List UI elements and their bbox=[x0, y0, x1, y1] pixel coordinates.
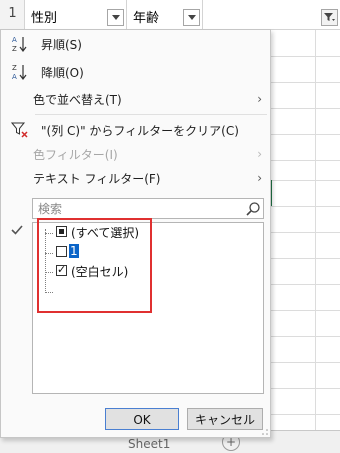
row-gridline bbox=[270, 56, 340, 57]
menu-item-sort-by-color[interactable]: 色で並べ替え(T) › bbox=[1, 87, 270, 111]
chevron-down-icon bbox=[187, 15, 196, 20]
search-input[interactable] bbox=[36, 200, 241, 217]
cancel-button[interactable]: キャンセル bbox=[187, 408, 263, 430]
submenu-arrow-icon: › bbox=[257, 147, 262, 161]
svg-text:Z: Z bbox=[12, 64, 17, 72]
header-cell-c[interactable] bbox=[203, 0, 340, 30]
menu-item-label: "(列 C)" からフィルターをクリア(C) bbox=[41, 123, 239, 138]
clear-filter-icon bbox=[11, 121, 29, 139]
menu-item-text-filter[interactable]: テキスト フィルター(F) › bbox=[1, 166, 270, 190]
svg-text:A: A bbox=[12, 36, 17, 44]
header-cell-gender[interactable]: 性別 bbox=[25, 0, 127, 30]
row-gridline bbox=[270, 258, 340, 259]
column-gridline bbox=[315, 30, 316, 430]
row-gridline bbox=[270, 284, 340, 285]
submenu-arrow-icon: › bbox=[257, 171, 262, 185]
menu-item-clear-filter[interactable]: "(列 C)" からフィルターをクリア(C) bbox=[1, 118, 270, 142]
row-gridline bbox=[270, 362, 340, 363]
header-text: 性別 bbox=[31, 11, 58, 26]
sort-ascending-icon: A Z bbox=[11, 35, 29, 53]
row-gridline bbox=[270, 180, 340, 181]
header-row: 性別 年齢 bbox=[25, 0, 340, 30]
svg-text:A: A bbox=[12, 73, 17, 81]
filter-dropdown-button[interactable] bbox=[107, 9, 124, 26]
sheet-tab-sheet1[interactable]: Sheet1 bbox=[128, 437, 170, 451]
menu-item-sort-ascending[interactable]: A Z 昇順(S) bbox=[1, 32, 270, 56]
checkmark-icon bbox=[7, 221, 27, 239]
row-gridline bbox=[270, 336, 340, 337]
row-gridline bbox=[270, 414, 340, 415]
row-number[interactable]: 1 bbox=[0, 6, 25, 21]
autofilter-menu: A Z 昇順(S) Z A 降順(O) 色で並べ替え(T) › "(列 C)" … bbox=[0, 29, 271, 438]
row-gridline bbox=[270, 160, 340, 161]
svg-text:Z: Z bbox=[12, 45, 17, 53]
row-gridline bbox=[270, 82, 340, 83]
header-text: 年齢 bbox=[133, 11, 160, 26]
row-gridline bbox=[270, 108, 340, 109]
row-gridline bbox=[270, 232, 340, 233]
row-gridline bbox=[270, 310, 340, 311]
row-gridline bbox=[270, 206, 340, 207]
resize-grip-icon[interactable] bbox=[261, 428, 269, 436]
menu-separator bbox=[35, 114, 267, 115]
menu-item-sort-descending[interactable]: Z A 降順(O) bbox=[1, 60, 270, 84]
menu-item-label: テキスト フィルター(F) bbox=[33, 171, 161, 186]
ok-button[interactable]: OK bbox=[105, 408, 179, 430]
filter-active-button[interactable] bbox=[321, 9, 338, 26]
search-field[interactable] bbox=[32, 198, 264, 219]
menu-item-label: 色で並べ替え(T) bbox=[33, 92, 122, 107]
row-gridline bbox=[270, 388, 340, 389]
sort-descending-icon: Z A bbox=[11, 63, 29, 81]
header-cell-age[interactable]: 年齢 bbox=[127, 0, 203, 30]
menu-item-label: 昇順(S) bbox=[41, 37, 82, 52]
search-icon[interactable] bbox=[245, 201, 261, 217]
filter-dropdown-button[interactable] bbox=[183, 9, 200, 26]
menu-item-label: 色フィルター(I) bbox=[33, 147, 118, 162]
row-gridline bbox=[270, 134, 340, 135]
submenu-arrow-icon: › bbox=[257, 92, 262, 106]
menu-item-color-filter: 色フィルター(I) › bbox=[1, 142, 270, 166]
annotation-highlight-box bbox=[37, 218, 152, 313]
filter-funnel-icon bbox=[324, 13, 335, 21]
menu-item-label: 降順(O) bbox=[41, 65, 84, 80]
chevron-down-icon bbox=[111, 15, 120, 20]
